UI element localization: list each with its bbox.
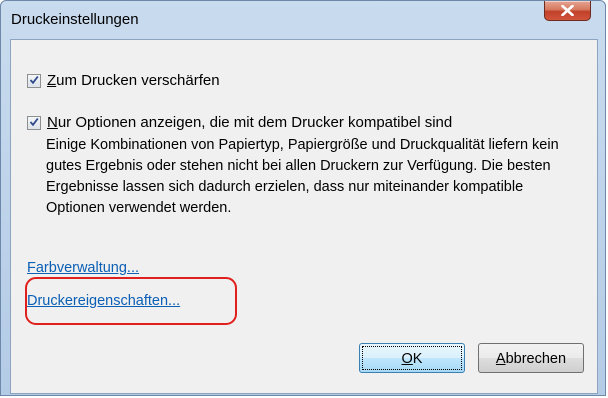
cancel-mnemonic: A	[495, 351, 506, 367]
sharpen-mnemonic: Z	[47, 72, 57, 89]
title-bar[interactable]: Druckeinstellungen	[1, 1, 605, 39]
ok-mnemonic: O	[401, 351, 413, 367]
sharpen-option[interactable]: Zum Drucken verschärfen	[27, 71, 220, 91]
dialog-title: Druckeinstellungen	[11, 11, 139, 28]
cancel-label-text: bbrechen	[505, 351, 567, 367]
sharpen-label-text: um Drucken verschärfen	[56, 72, 220, 89]
compatible-options-label: Nur Optionen anzeigen, die mit dem Druck…	[47, 113, 452, 133]
ok-button[interactable]: OK	[359, 343, 465, 373]
sharpen-label: Zum Drucken verschärfen	[47, 71, 220, 91]
printer-properties-link[interactable]: Druckereigenschaften...	[27, 293, 180, 309]
color-management-link[interactable]: Farbverwaltung...	[27, 260, 139, 276]
compatible-options-checkbox[interactable]	[27, 116, 41, 130]
close-icon	[561, 5, 574, 16]
compatible-options-mnemonic: N	[47, 114, 58, 131]
compatible-options-option[interactable]: Nur Optionen anzeigen, die mit dem Druck…	[27, 113, 452, 133]
close-button[interactable]	[544, 1, 591, 21]
sharpen-checkbox[interactable]	[27, 74, 41, 88]
ok-label-text: K	[412, 351, 423, 367]
print-settings-dialog: Druckeinstellungen Zum Drucken verschärf…	[0, 0, 606, 396]
checkmark-icon	[29, 117, 39, 127]
checkmark-icon	[29, 75, 39, 85]
compatible-options-description: Einige Kombinationen von Papiertyp, Papi…	[46, 137, 559, 216]
compatible-options-label-text: ur Optionen anzeigen, die mit dem Drucke…	[57, 114, 453, 131]
cancel-button[interactable]: Abbrechen	[478, 343, 584, 373]
